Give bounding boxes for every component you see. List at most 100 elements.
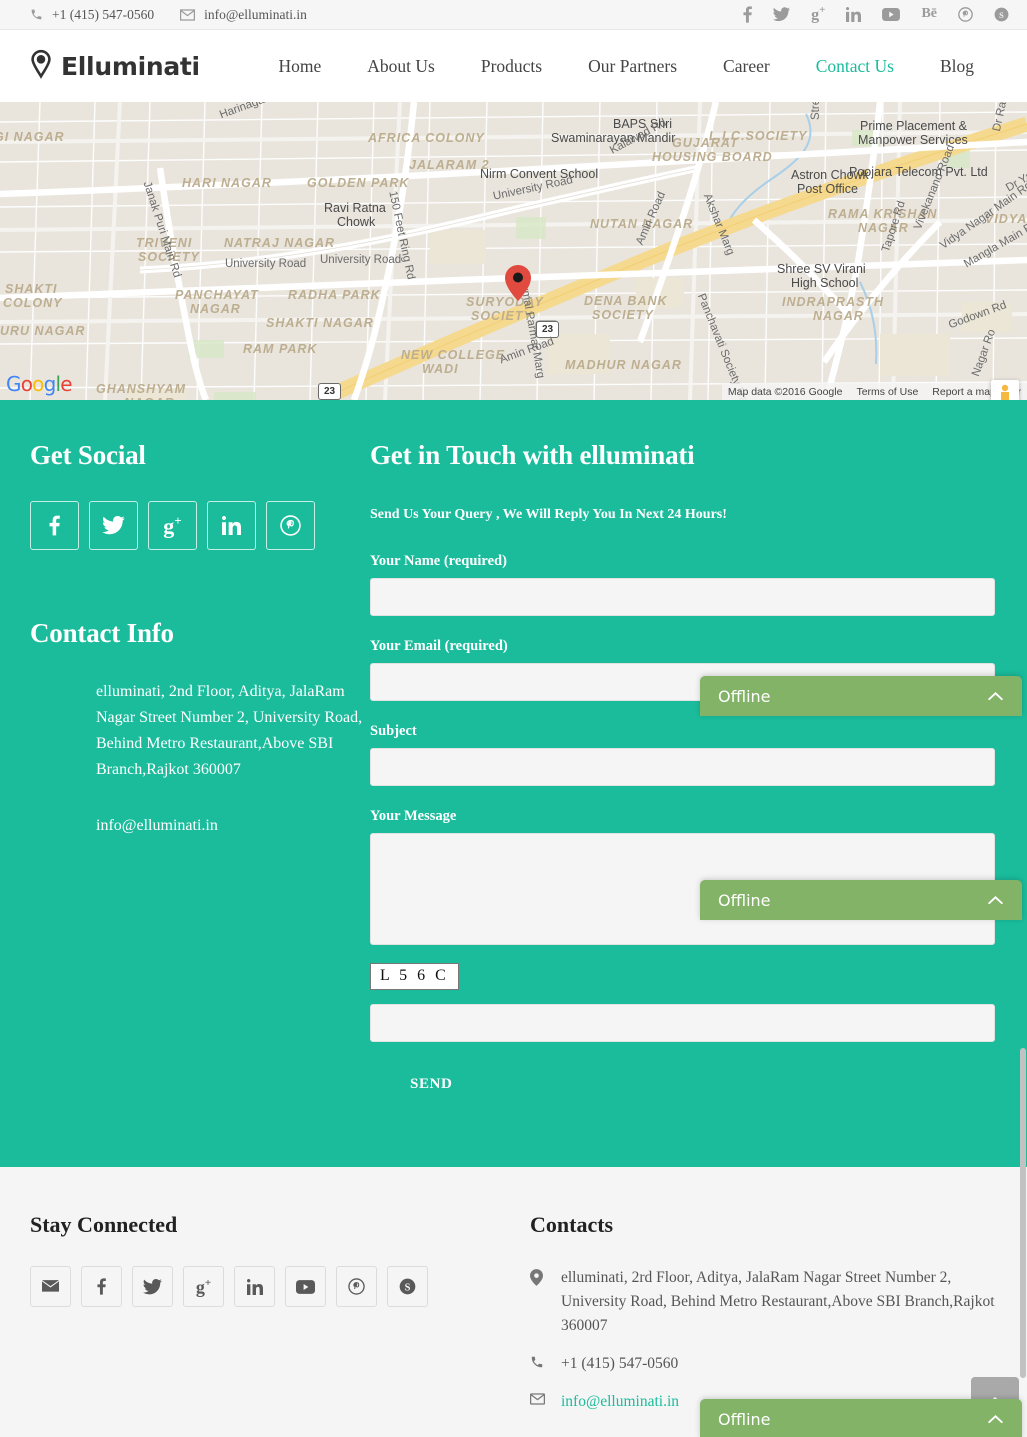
contact-email[interactable]: info@elluminati.in [96, 813, 365, 839]
input-subject[interactable] [370, 748, 995, 786]
linkedin-icon[interactable] [207, 501, 256, 550]
map-container[interactable]: 23 23 GI NAGAR AFRICA COLONY JALARAM 2 HARI… [0, 102, 1027, 400]
google-plus-glyph: g+ [811, 4, 826, 24]
phone-icon [30, 8, 43, 21]
send-button[interactable]: SEND [370, 1064, 452, 1105]
youtube-icon[interactable] [285, 1266, 326, 1307]
footer-contacts: Contacts elluminati, 2rd Floor, Aditya, … [530, 1212, 997, 1428]
nav-item-home[interactable]: Home [256, 56, 345, 77]
main-nav: Home About Us Products Our Partners Care… [256, 56, 998, 77]
topbar-phone[interactable]: +1 (415) 547-0560 [30, 7, 154, 23]
chat-status-label: Offline [718, 890, 771, 910]
pinterest-icon[interactable] [958, 7, 973, 22]
page-scrollbar[interactable] [1020, 0, 1027, 1437]
footer-phone[interactable]: +1 (415) 547-0560 [561, 1352, 678, 1376]
logo-text: Elluminati [61, 51, 200, 81]
map-data-text: Map data ©2016 Google [727, 385, 843, 398]
twitter-icon[interactable] [89, 501, 138, 550]
chat-widget-offline-3[interactable]: Offline [700, 1399, 1022, 1437]
captcha-image: L 5 6 C [370, 963, 459, 990]
map-terms-link[interactable]: Terms of Use [856, 386, 918, 398]
google-plus-icon[interactable]: g+ [183, 1266, 224, 1307]
form-title: Get in Touch with elluminati [370, 440, 695, 470]
chat-widget-offline-2[interactable]: Offline [700, 880, 1022, 920]
skype-icon[interactable]: S [994, 7, 1009, 22]
facebook-icon[interactable] [743, 6, 752, 23]
facebook-icon[interactable] [30, 501, 79, 550]
svg-text:S: S [999, 11, 1004, 20]
chat-widget-offline-1[interactable]: Offline [700, 676, 1022, 716]
footer-address-row: elluminati, 2rd Floor, Aditya, JalaRam N… [530, 1266, 997, 1338]
twitter-icon[interactable] [132, 1266, 173, 1307]
linkedin-icon[interactable] [846, 6, 862, 22]
label-your-message: Your Message [370, 808, 457, 824]
google-logo: Google [6, 372, 73, 396]
youtube-icon[interactable] [882, 7, 901, 21]
route-shield-23-b: 23 [318, 383, 341, 400]
phone-icon [530, 1352, 546, 1376]
form-subtitle: Send Us Your Query , We Will Reply You I… [370, 507, 727, 522]
contact-left-column: Get Social g+ Contact Info elluminati, 2… [30, 440, 365, 1105]
google-plus-icon[interactable]: g+ [148, 501, 197, 550]
map-canvas [0, 102, 1027, 400]
nav-item-blog[interactable]: Blog [917, 56, 997, 77]
google-plus-glyph: g+ [195, 1276, 212, 1297]
pinterest-icon[interactable] [336, 1266, 377, 1307]
input-your-name[interactable] [370, 578, 995, 616]
contacts-title: Contacts [530, 1212, 614, 1237]
top-bar-contacts: +1 (415) 547-0560 info@elluminati.in [30, 7, 307, 23]
pegman-control[interactable] [991, 380, 1019, 400]
contact-section: Get Social g+ Contact Info elluminati, 2… [0, 400, 1027, 1167]
behance-icon[interactable]: Bē [921, 7, 937, 21]
route-shield-23: 23 [536, 321, 559, 338]
map-pin-icon [30, 49, 52, 84]
email-icon[interactable] [30, 1266, 71, 1307]
svg-text:S: S [405, 1282, 411, 1293]
logo[interactable]: Elluminati [30, 49, 200, 84]
linkedin-icon[interactable] [234, 1266, 275, 1307]
nav-item-career[interactable]: Career [700, 56, 793, 77]
label-subject: Subject [370, 723, 417, 739]
chevron-up-icon[interactable] [987, 1414, 1004, 1424]
behance-glyph: Bē [921, 6, 937, 22]
nav-item-about-us[interactable]: About Us [344, 56, 458, 77]
nav-item-products[interactable]: Products [458, 56, 565, 77]
scrollbar-thumb[interactable] [1020, 1048, 1026, 1378]
input-captcha[interactable] [370, 1004, 995, 1042]
envelope-icon [180, 8, 196, 21]
nav-item-our-partners[interactable]: Our Partners [565, 56, 700, 77]
pinterest-icon[interactable] [266, 501, 315, 550]
stay-connected-title: Stay Connected [30, 1212, 178, 1237]
topbar-email[interactable]: info@elluminati.in [180, 7, 307, 23]
contact-info-body: elluminati, 2nd Floor, Aditya, JalaRam N… [30, 679, 365, 839]
map-attribution: Map data ©2016 Google Terms of Use Repor… [721, 383, 1027, 400]
footer-stay-connected: Stay Connected g+ S [30, 1212, 530, 1428]
topbar-phone-text: +1 (415) 547-0560 [52, 6, 155, 22]
footer-phone-row: +1 (415) 547-0560 [530, 1352, 997, 1376]
footer-address: elluminati, 2rd Floor, Aditya, JalaRam N… [561, 1269, 995, 1335]
site-header: Elluminati Home About Us Products Our Pa… [0, 30, 1027, 102]
google-plus-glyph: g+ [163, 512, 182, 539]
skype-icon[interactable]: S [387, 1266, 428, 1307]
location-marker[interactable] [505, 265, 531, 301]
chat-status-label: Offline [718, 1409, 771, 1429]
google-plus-icon[interactable]: g+ [811, 5, 825, 23]
top-bar-socials: g+ Bē S [743, 5, 1009, 23]
chevron-up-icon[interactable] [987, 895, 1004, 905]
footer-email[interactable]: info@elluminati.in [561, 1390, 679, 1414]
twitter-icon[interactable] [773, 7, 791, 22]
chat-status-label: Offline [718, 686, 771, 706]
footer-social-icons: g+ S [30, 1266, 530, 1307]
contact-address: elluminati, 2nd Floor, Aditya, JalaRam N… [96, 683, 363, 779]
contact-form-column: Get in Touch with elluminati Send Us You… [365, 440, 997, 1105]
get-social-icons: g+ [30, 501, 365, 550]
site-footer: Stay Connected g+ S Contacts elluminati,… [0, 1167, 1027, 1437]
top-bar: +1 (415) 547-0560 info@elluminati.in g+ … [0, 0, 1027, 30]
topbar-email-text: info@elluminati.in [204, 6, 307, 22]
facebook-icon[interactable] [81, 1266, 122, 1307]
get-social-title: Get Social [30, 440, 146, 470]
chevron-up-icon[interactable] [987, 691, 1004, 701]
contact-info-title: Contact Info [30, 618, 174, 648]
label-your-name: Your Name (required) [370, 553, 507, 569]
nav-item-contact-us[interactable]: Contact Us [793, 56, 917, 77]
